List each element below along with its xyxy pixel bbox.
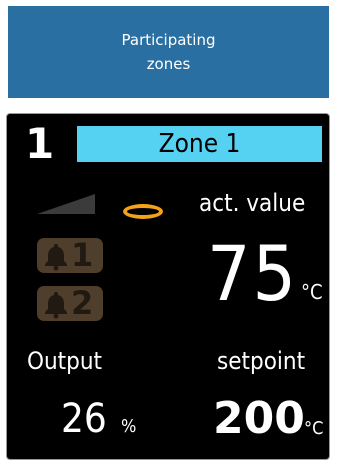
setpoint-value[interactable]: 200 [213, 393, 305, 445]
output-value: 26 [61, 396, 107, 442]
actual-value: 75 [207, 229, 298, 318]
ramp-icon [37, 194, 95, 214]
zone-number: 1 [25, 119, 55, 168]
zone-name-field[interactable]: Zone 1 [77, 126, 322, 162]
bell-icon [45, 244, 67, 271]
setpoint-label: setpoint [217, 347, 306, 375]
alarm-2-indicator: 2 [37, 284, 103, 322]
actual-value-label: act. value [199, 189, 306, 217]
participating-zones-button[interactable]: Participating zones [8, 6, 329, 98]
alarm-1-number: 1 [71, 236, 94, 274]
alarm-1-indicator: 1 [37, 236, 103, 274]
output-unit: % [121, 416, 137, 437]
ring-icon [123, 204, 163, 219]
output-label: Output [27, 347, 102, 375]
button-label-line2: zones [146, 55, 191, 73]
setpoint-unit: °C [304, 418, 324, 439]
bell-icon [45, 292, 67, 319]
alarm-2-number: 2 [71, 284, 94, 322]
button-label-line1: Participating [121, 31, 216, 49]
actual-value-unit: °C [301, 280, 323, 304]
zone-panel: 1 Zone 1 act. value 1 2 75 °C Output set… [6, 113, 330, 460]
